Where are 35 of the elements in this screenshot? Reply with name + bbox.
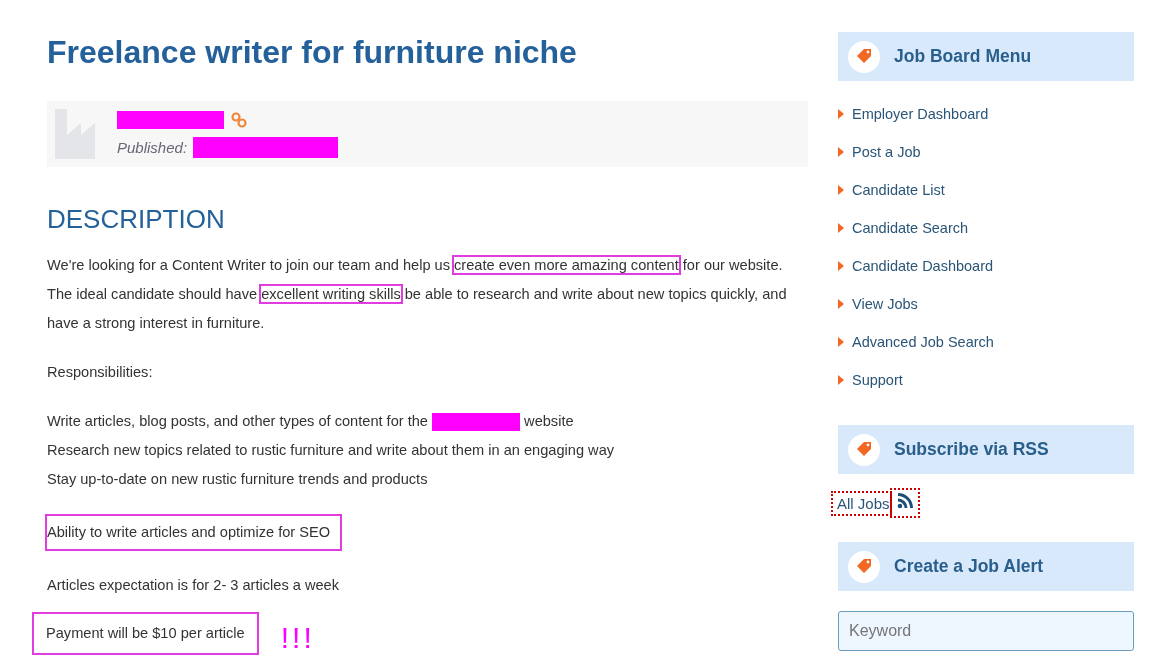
list-line: Research new topics related to rustic furniture and write about them in an engaging way xyxy=(47,442,615,458)
list-line: website xyxy=(523,413,574,429)
widget-title: Create a Job Alert xyxy=(894,556,1044,577)
section-heading: DESCRIPTION xyxy=(47,203,226,236)
menu-link[interactable]: Candidate Dashboard xyxy=(852,258,994,274)
menu-link[interactable]: Candidate Search xyxy=(852,220,969,236)
paragraph: Articles expectation is for 2- 3 articles a week xyxy=(47,576,340,595)
caret-icon xyxy=(838,375,844,385)
caret-icon xyxy=(838,337,844,347)
paragraph: Payment will be $10 per article xyxy=(32,612,259,655)
list-line: Write articles, blog posts, and other types of content for the xyxy=(47,413,429,429)
exclamation-note: !!! xyxy=(280,620,315,655)
caret-icon xyxy=(838,147,844,157)
caret-icon xyxy=(838,223,844,233)
menu-link[interactable]: Post a Job xyxy=(852,144,921,160)
menu-link[interactable]: Support xyxy=(852,372,903,388)
paragraph: Ability to write articles and optimize for SEO xyxy=(45,514,343,551)
menu-link[interactable]: Employer Dashboard xyxy=(852,106,989,122)
rss-icon[interactable] xyxy=(891,490,918,516)
all-jobs-link[interactable]: All Jobs xyxy=(833,492,890,514)
caret-icon xyxy=(838,261,844,271)
caret-icon xyxy=(838,299,844,309)
keyword-field[interactable]: Keyword xyxy=(838,611,1134,651)
menu-link[interactable]: Candidate List xyxy=(852,182,945,198)
published-label: Published: xyxy=(117,138,188,156)
menu-link[interactable]: View Jobs xyxy=(852,296,918,312)
job-title: Freelance writer for furniture niche xyxy=(47,33,578,72)
paragraph: We're looking for a Content Writer to join our team and help us create even more amazing content for our website. The ideal candidate should have excellent writing skills be able to research and write about new topics quickly, and have a strong interest in furniture. xyxy=(47,256,788,333)
list-line: Stay up-to-date on new rustic furniture trends and products xyxy=(47,471,428,487)
widget-title: Job Board Menu xyxy=(894,46,1032,67)
widget-title: Subscribe via RSS xyxy=(894,439,1049,460)
caret-icon xyxy=(838,109,844,119)
paragraph: Responsibilities: xyxy=(47,363,154,382)
caret-icon xyxy=(838,185,844,195)
menu-link[interactable]: Advanced Job Search xyxy=(852,334,994,350)
